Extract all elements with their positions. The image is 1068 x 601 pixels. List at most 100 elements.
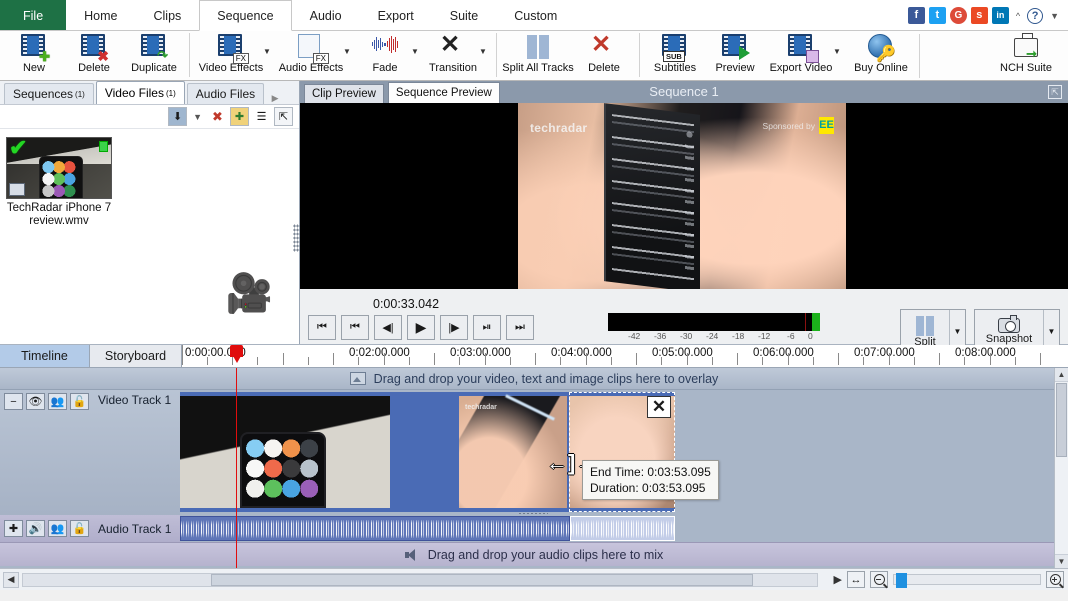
preview-button[interactable]: Preview	[705, 31, 765, 79]
nch-suite-button[interactable]: ➞ NCH Suite	[990, 31, 1062, 79]
zoom-slider-knob[interactable]	[896, 573, 907, 588]
video-preview-surface[interactable]: techradar Sponsored by EE	[300, 103, 1068, 289]
chevron-down-icon[interactable]: ▼	[1050, 11, 1059, 21]
detach-panel-icon[interactable]: ⇱	[274, 107, 293, 126]
zoom-slider[interactable]	[893, 573, 1041, 588]
twitter-icon[interactable]: t	[928, 7, 946, 24]
chevron-up-icon[interactable]: ^	[1016, 11, 1020, 21]
video-effects-button[interactable]: FX Video Effects	[195, 31, 267, 79]
subtitles-label: Subtitles	[653, 62, 697, 74]
prev-frame-button[interactable]: ◀|	[374, 315, 402, 340]
transition-button[interactable]: ✕ Transition	[423, 31, 483, 79]
fade-button[interactable]: Fade	[355, 31, 415, 79]
menu-item-home[interactable]: Home	[66, 0, 135, 30]
audio-effects-dropdown-icon[interactable]: ▼	[343, 47, 355, 56]
transition-dropdown-icon[interactable]: ▼	[479, 47, 491, 56]
preview-expand-icon[interactable]: ⇱	[1048, 85, 1062, 99]
bin-tab-strip: Sequences (1) Video Files (1) Audio File…	[0, 81, 299, 105]
subtitles-button[interactable]: SUB Subtitles	[645, 31, 705, 79]
tab-audio-files[interactable]: Audio Files	[186, 83, 265, 104]
video-effects-dropdown-icon[interactable]: ▼	[263, 47, 275, 56]
tab-storyboard[interactable]: Storyboard	[90, 345, 182, 367]
menu-item-file[interactable]: File	[0, 0, 67, 30]
scroll-left-icon[interactable]: ◀	[3, 571, 19, 588]
horizontal-scroll-thumb[interactable]	[211, 573, 753, 586]
skip-end-button[interactable]: ⏭	[506, 315, 534, 340]
audio-drop-hint[interactable]: Drag and drop your audio clips here to m…	[0, 542, 1068, 566]
list-item[interactable]: ✔ TechRadar iPhone 7 review.wmv	[6, 137, 112, 228]
remove-file-icon[interactable]: ✖	[208, 107, 227, 126]
play-button[interactable]: ▶	[407, 315, 435, 340]
video-track-body[interactable]: techradar ✕ ←]→ End Time: 0:03:53.095 Du…	[180, 390, 1068, 515]
menu-item-sequence[interactable]: Sequence	[199, 0, 292, 31]
meter-tick: -30	[680, 331, 693, 341]
panel-resize-grip[interactable]	[293, 223, 300, 252]
step-forward-button[interactable]: ⏯	[473, 315, 501, 340]
googleplus-icon[interactable]: G	[949, 7, 967, 24]
image-icon	[349, 372, 366, 385]
split-all-tracks-button[interactable]: Split All Tracks	[502, 31, 574, 79]
timeline-vertical-scrollbar[interactable]: ▲ ▼	[1054, 368, 1068, 568]
unlock-icon[interactable]: 🔓	[70, 393, 89, 410]
speaker-icon	[404, 548, 419, 561]
speaker-icon[interactable]: 🔊	[26, 520, 45, 537]
stumbleupon-icon[interactable]: s	[970, 7, 988, 24]
scroll-right-icon[interactable]: ▶	[834, 573, 842, 586]
next-frame-button[interactable]: |▶	[440, 315, 468, 340]
facebook-icon[interactable]: f	[907, 7, 925, 24]
menu-item-suite[interactable]: Suite	[432, 0, 497, 30]
linkedin-icon[interactable]: in	[991, 7, 1009, 24]
skip-start-button[interactable]: ⏮	[308, 315, 336, 340]
new-folder-icon[interactable]: ✚	[230, 107, 249, 126]
list-view-icon[interactable]: ☰	[252, 107, 271, 126]
add-file-dropdown-icon[interactable]: ▼	[193, 112, 202, 122]
collapse-track-icon[interactable]: −	[4, 393, 23, 410]
vertical-scroll-thumb[interactable]	[1056, 383, 1067, 457]
fade-dropdown-icon[interactable]: ▼	[411, 47, 423, 56]
duplicate-button[interactable]: ↷ Duplicate	[124, 31, 184, 79]
bin-tabs-more-icon[interactable]: ▶	[266, 93, 284, 104]
audio-clip[interactable]	[180, 516, 570, 541]
help-icon[interactable]: ?	[1027, 7, 1044, 24]
step-back-button[interactable]: ⏮	[341, 315, 369, 340]
menu-item-clips[interactable]: Clips	[136, 0, 200, 30]
playhead-handle[interactable]	[230, 345, 243, 367]
tab-timeline[interactable]: Timeline	[0, 345, 90, 367]
meter-tick: -6	[787, 331, 795, 341]
tab-sequences[interactable]: Sequences (1)	[4, 83, 94, 104]
scroll-down-icon[interactable]: ▼	[1055, 554, 1068, 568]
audio-track-body[interactable]	[180, 515, 1068, 542]
menu-item-custom[interactable]: Custom	[496, 0, 575, 30]
track-resize-grip-top[interactable]	[518, 390, 548, 391]
horizontal-scroll-track[interactable]	[22, 572, 818, 587]
zoom-in-icon[interactable]	[1046, 571, 1064, 588]
export-video-dropdown-icon[interactable]: ▼	[833, 47, 845, 56]
overlay-hint-label: Drag and drop your video, text and image…	[373, 371, 719, 386]
audio-clip-selected[interactable]	[570, 516, 675, 541]
buy-online-button[interactable]: 🔑 Buy Online	[845, 31, 917, 79]
tab-video-files[interactable]: Video Files (1)	[95, 81, 185, 104]
fit-width-icon[interactable]: ↔	[847, 571, 865, 588]
audio-effects-button[interactable]: FX Audio Effects	[275, 31, 347, 79]
overlay-drop-hint[interactable]: Drag and drop your video, text and image…	[0, 368, 1068, 390]
timeline-tab-strip: Timeline Storyboard 0:00:00.000 0:02:00.…	[0, 345, 1068, 368]
menu-item-audio[interactable]: Audio	[292, 0, 360, 30]
timeline-ruler[interactable]: 0:00:00.000 0:02:00.000 0:03:00.000 0:04…	[182, 345, 1068, 367]
add-file-icon[interactable]: ⬇	[168, 107, 188, 126]
delete-button[interactable]: ✖ Delete	[64, 31, 124, 79]
delete-clip-icon: ✖	[81, 34, 109, 63]
group-icon[interactable]: 👥	[48, 520, 67, 537]
tooltip-duration: Duration: 0:03:53.095	[590, 481, 706, 495]
group-icon[interactable]: 👥	[48, 393, 67, 410]
unlock-icon[interactable]: 🔓	[70, 520, 89, 537]
audio-effects-label: Audio Effects	[278, 62, 344, 74]
delete-selection-button[interactable]: ✕ Delete	[574, 31, 634, 79]
add-track-icon[interactable]: ✚	[4, 520, 23, 537]
scroll-up-icon[interactable]: ▲	[1055, 368, 1068, 382]
new-button[interactable]: ✚ New	[4, 31, 64, 79]
export-video-button[interactable]: Export Video	[765, 31, 837, 79]
zoom-out-icon[interactable]	[870, 571, 888, 588]
menu-item-export[interactable]: Export	[360, 0, 432, 30]
visibility-eye-icon[interactable]: 👁	[26, 393, 45, 410]
transition-x-icon[interactable]: ✕	[647, 396, 671, 418]
